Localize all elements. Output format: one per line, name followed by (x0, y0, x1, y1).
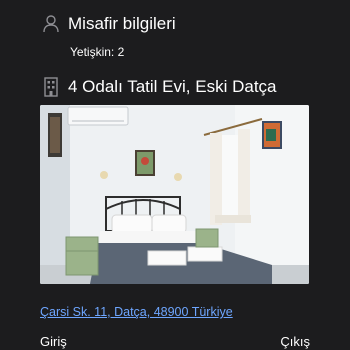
hotel-address-link[interactable]: Çarsi Sk. 11, Datça, 48900 Türkiye (40, 305, 233, 319)
person-icon (42, 14, 60, 34)
building-icon (42, 76, 60, 98)
hotel-name: 4 Odalı Tatil Evi, Eski Datça (68, 77, 277, 96)
guest-info-header: Misafir bilgileri (42, 14, 176, 34)
hotel-header: 4 Odalı Tatil Evi, Eski Datça (42, 76, 277, 98)
checkin-label: Giriş (40, 334, 67, 349)
guest-info-title: Misafir bilgileri (68, 14, 176, 33)
adult-count: Yetişkin: 2 (70, 45, 125, 59)
booking-details-screen: Misafir bilgileri Yetişkin: 2 4 Odalı Ta… (0, 0, 350, 350)
room-photo[interactable] (40, 105, 309, 284)
checkout-label: Çıkış (280, 334, 310, 349)
